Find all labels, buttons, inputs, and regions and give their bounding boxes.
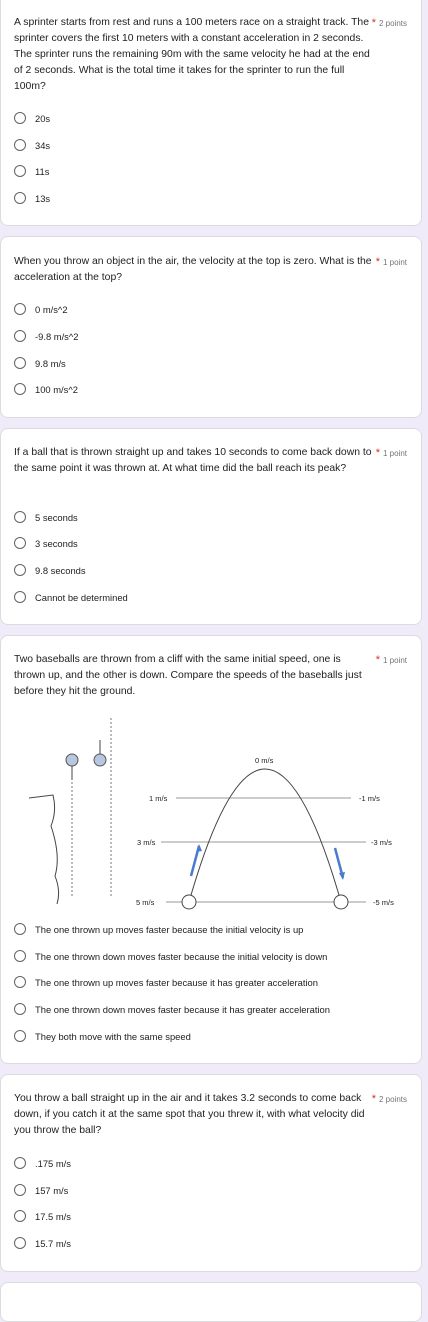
radio-circle-icon[interactable]: [14, 1157, 26, 1169]
label-left-1: 1 m/s: [149, 794, 168, 803]
radio-circle-icon[interactable]: [14, 1237, 26, 1249]
points-label: * 1 point: [375, 447, 407, 459]
radio-circle-icon[interactable]: [14, 383, 26, 395]
question-card-1: A sprinter starts from rest and runs a 1…: [0, 0, 422, 226]
radio-circle-icon[interactable]: [14, 139, 26, 151]
radio-circle-icon[interactable]: [14, 303, 26, 315]
radio-circle-icon[interactable]: [14, 591, 26, 603]
option-radio[interactable]: 100 m/s^2: [14, 381, 78, 397]
radio-circle-icon[interactable]: [14, 1184, 26, 1196]
question-card-2: When you throw an object in the air, the…: [0, 236, 422, 418]
points-label: * 1 point: [375, 256, 407, 268]
question-card-4: Two baseballs are thrown from a cliff wi…: [0, 635, 422, 1064]
option-radio[interactable]: 15.7 m/s: [14, 1235, 71, 1251]
radio-circle-icon[interactable]: [14, 330, 26, 342]
radio-circle-icon[interactable]: [14, 1210, 26, 1222]
trajectory-curve: [188, 768, 342, 903]
option-radio[interactable]: 5 seconds: [14, 509, 78, 525]
option-radio[interactable]: 11s: [14, 163, 49, 179]
cliff-line: [28, 794, 60, 905]
option-radio[interactable]: 34s: [14, 137, 50, 153]
required-star-icon: *: [371, 1093, 376, 1105]
ball-up-icon: [65, 753, 79, 767]
points-label: * 2 points: [371, 1093, 407, 1105]
option-radio[interactable]: .175 m/s: [14, 1155, 71, 1171]
label-right-3: -3 m/s: [371, 838, 392, 847]
question-card-6: [0, 1282, 422, 1322]
option-radio[interactable]: 20s: [14, 110, 50, 126]
required-star-icon: *: [375, 654, 380, 666]
question-card-3: If a ball that is thrown straight up and…: [0, 428, 422, 625]
label-top: 0 m/s: [255, 756, 274, 765]
question-text: A sprinter starts from rest and runs a 1…: [14, 17, 370, 92]
option-radio[interactable]: The one thrown down moves faster because…: [14, 1001, 330, 1017]
projectile-diagram: 0 m/s 1 m/s 3 m/s 5 m/s -1 m/s -3 m/s -5…: [28, 706, 394, 910]
question-text: When you throw an object in the air, the…: [14, 256, 372, 283]
radio-circle-icon[interactable]: [14, 165, 26, 177]
option-radio[interactable]: The one thrown down moves faster because…: [14, 948, 327, 964]
projectile-figure: 0 m/s 1 m/s 3 m/s 5 m/s -1 m/s -3 m/s -5…: [21, 706, 411, 921]
required-star-icon: *: [375, 447, 380, 459]
option-radio[interactable]: 13s: [14, 190, 50, 206]
question-text: If a ball that is thrown straight up and…: [14, 447, 372, 474]
option-radio[interactable]: 9.8 seconds: [14, 562, 86, 578]
option-radio[interactable]: They both move with the same speed: [14, 1028, 191, 1044]
radio-circle-icon[interactable]: [14, 564, 26, 576]
points-label: * 2 points: [371, 17, 407, 29]
radio-circle-icon[interactable]: [14, 511, 26, 523]
question-text: Two baseballs are thrown from a cliff wi…: [14, 654, 362, 697]
label-left-5: 5 m/s: [136, 898, 155, 907]
radio-circle-icon[interactable]: [14, 537, 26, 549]
radio-circle-icon[interactable]: [14, 357, 26, 369]
radio-circle-icon[interactable]: [14, 1030, 26, 1042]
radio-circle-icon[interactable]: [14, 976, 26, 988]
option-radio[interactable]: Cannot be determined: [14, 589, 128, 605]
ball-down-icon: [93, 753, 107, 767]
option-radio[interactable]: The one thrown up moves faster because i…: [14, 974, 318, 990]
question-card-5: You throw a ball straight up in the air …: [0, 1074, 422, 1272]
radio-circle-icon[interactable]: [14, 112, 26, 124]
required-star-icon: *: [375, 256, 380, 268]
radio-circle-icon[interactable]: [14, 192, 26, 204]
label-left-3: 3 m/s: [137, 838, 156, 847]
points-label: * 1 point: [375, 654, 407, 666]
option-radio[interactable]: 9.8 m/s: [14, 355, 66, 371]
option-radio[interactable]: 17.5 m/s: [14, 1208, 71, 1224]
option-radio[interactable]: The one thrown up moves faster because t…: [14, 921, 303, 937]
radio-circle-icon[interactable]: [14, 950, 26, 962]
option-radio[interactable]: 0 m/s^2: [14, 301, 68, 317]
label-right-5: -5 m/s: [373, 898, 394, 907]
radio-circle-icon[interactable]: [14, 1003, 26, 1015]
radio-circle-icon[interactable]: [14, 923, 26, 935]
required-star-icon: *: [371, 17, 376, 29]
option-radio[interactable]: -9.8 m/s^2: [14, 328, 78, 344]
option-radio[interactable]: 3 seconds: [14, 535, 78, 551]
question-text: You throw a ball straight up in the air …: [14, 1093, 365, 1136]
option-radio[interactable]: 157 m/s: [14, 1182, 68, 1198]
label-right-1: -1 m/s: [359, 794, 380, 803]
